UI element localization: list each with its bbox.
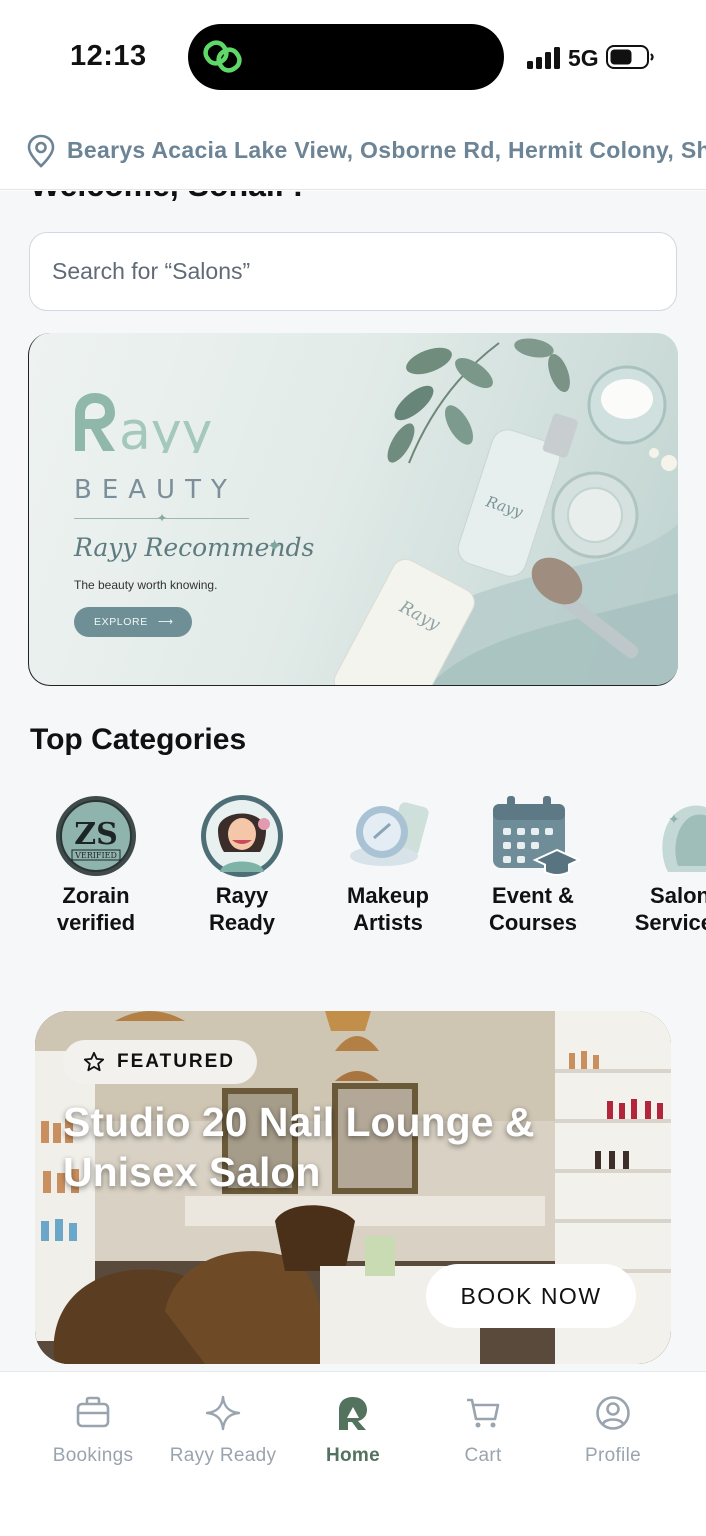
- tab-label: Home: [326, 1445, 380, 1466]
- featured-salon-title: Studio 20 Nail Lounge & Unisex Salon: [63, 1099, 535, 1195]
- featured-badge: FEATURED: [63, 1040, 258, 1084]
- promo-banner[interactable]: Rayy Rayy ayy BEAUTY ✦ Rayy Recommends ✦…: [28, 333, 678, 686]
- category-label-line2: Courses: [488, 910, 578, 935]
- featured-salon-card[interactable]: FEATURED Studio 20 Nail Lounge & Unisex …: [35, 1011, 671, 1364]
- category-label-line2: verified: [56, 910, 136, 935]
- category-label-line2: Services: [634, 910, 706, 935]
- tab-label: Bookings: [52, 1445, 134, 1466]
- tab-label: Cart: [464, 1445, 502, 1466]
- category-makeup-artists[interactable]: Makeup Artists: [318, 794, 458, 936]
- category-zorain-verified[interactable]: ZS VERIFIED Zorain verified: [26, 794, 166, 936]
- network-type: 5G: [568, 45, 599, 71]
- banner-tagline: The beauty worth knowing.: [74, 578, 218, 592]
- tab-rayy-ready[interactable]: Rayy Ready: [158, 1394, 288, 1467]
- calendar-graduation-cap-icon: [493, 796, 582, 876]
- link-activity-icon: [203, 40, 242, 73]
- category-label-line1: Event &: [492, 883, 574, 908]
- location-address: Bearys Acacia Lake View, Osborne Rd, Her…: [67, 137, 706, 163]
- tab-label: Rayy Ready: [169, 1445, 277, 1466]
- arrow-right-icon: ⟶: [157, 616, 174, 628]
- svg-text:ZS: ZS: [74, 817, 118, 852]
- category-label-line2: Ready: [208, 910, 276, 935]
- featured-badge-label: FEATURED: [117, 1051, 236, 1072]
- rayy-logo-icon: [339, 1397, 367, 1430]
- profile-icon: [596, 1396, 630, 1430]
- explore-button[interactable]: EXPLORE ⟶: [74, 607, 192, 637]
- brand-subtitle: BEAUTY: [74, 475, 237, 505]
- book-now-button[interactable]: BOOK NOW: [426, 1264, 636, 1328]
- category-event-courses[interactable]: Event & Courses: [463, 794, 603, 936]
- category-rayy-ready[interactable]: Rayy Ready: [172, 794, 312, 936]
- sparkle-icon: [205, 1395, 241, 1431]
- explore-label: EXPLORE: [94, 616, 148, 628]
- category-label-line1: Zorain: [62, 883, 130, 908]
- zs-verified-badge-icon: ZS VERIFIED: [56, 796, 136, 876]
- tab-label: Profile: [585, 1445, 641, 1466]
- top-categories-title: Top Categories: [30, 723, 247, 756]
- category-label-line1: Rayy: [215, 883, 269, 908]
- category-label-line2: Artists: [353, 910, 423, 935]
- tab-cart[interactable]: Cart: [418, 1394, 548, 1467]
- home-feed[interactable]: Welcome, Sohail ! Rayy: [0, 191, 706, 1371]
- location-bar[interactable]: Bearys Acacia Lake View, Osborne Rd, Her…: [0, 110, 706, 190]
- cart-icon: [467, 1398, 500, 1428]
- location-pin-icon: [27, 134, 55, 168]
- divider-sparkle-icon: ✦: [157, 511, 168, 525]
- status-time: 12:13: [70, 40, 147, 72]
- search-input[interactable]: [29, 232, 677, 311]
- sparkle-icon: ✦: [267, 536, 283, 556]
- star-icon: [83, 1051, 105, 1072]
- compact-mirror-icon: [350, 802, 429, 866]
- category-salon-services[interactable]: ✦ Salon Services: [610, 794, 706, 936]
- dynamic-island: [188, 24, 504, 90]
- tab-profile[interactable]: Profile: [548, 1394, 678, 1467]
- status-bar: 12:13 5G: [0, 0, 706, 110]
- tab-home[interactable]: Home: [288, 1394, 418, 1467]
- rayy-brand-logo: ayy: [75, 393, 212, 453]
- svg-text:ayy: ayy: [119, 402, 212, 453]
- bottom-tab-bar: Bookings Rayy Ready Home Cart Profile: [0, 1371, 706, 1536]
- makeup-woman-avatar-icon: [201, 795, 283, 877]
- svg-text:VERIFIED: VERIFIED: [74, 851, 117, 860]
- hair-silhouette-icon: ✦: [662, 805, 706, 872]
- battery-icon: [606, 45, 654, 69]
- welcome-heading: Welcome, Sohail !: [30, 191, 303, 204]
- tab-bookings[interactable]: Bookings: [28, 1394, 158, 1467]
- category-label-line1: Makeup: [347, 883, 429, 908]
- svg-text:✦: ✦: [668, 811, 680, 827]
- category-label-line1: Salon: [650, 883, 706, 908]
- cellular-signal-icon: [527, 47, 560, 69]
- briefcase-icon: [76, 1396, 110, 1428]
